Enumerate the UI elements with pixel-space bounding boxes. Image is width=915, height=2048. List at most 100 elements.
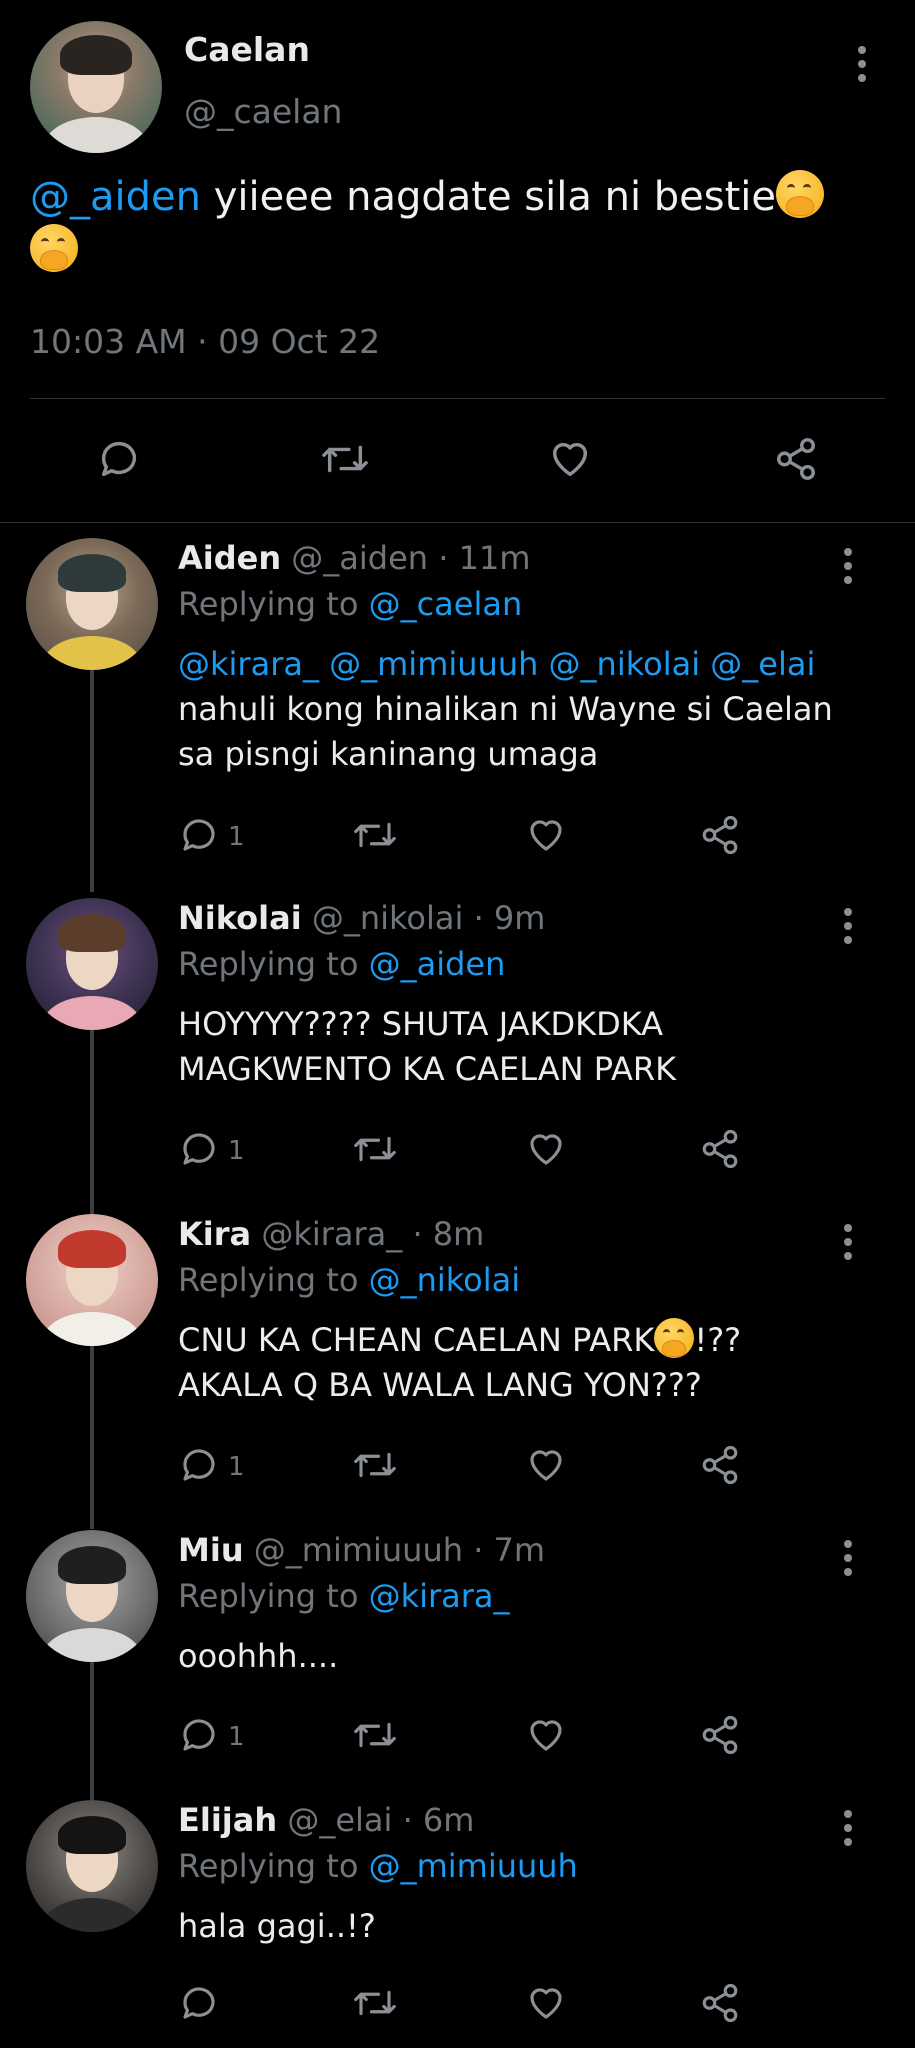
more-icon[interactable] [838,546,858,586]
reply-line: HOYYYY???? SHUTA JAKDKDKA [178,1005,664,1043]
retweet-icon[interactable] [350,1128,400,1170]
author-name[interactable]: Caelan [184,30,310,69]
avatar-kira[interactable] [26,1214,158,1346]
like-icon[interactable] [524,1128,568,1170]
more-icon[interactable] [852,44,872,84]
divider [30,398,885,399]
reply-text: ooohhh.... [178,1634,868,1679]
reply-author-name[interactable]: Kira [178,1215,251,1253]
reply-header: Aiden @_aiden · 11m [178,538,530,578]
main-tweet: Caelan @_caelan @_aiden yiieee nagdate s… [0,0,915,523]
reply-count: 1 [228,1722,245,1752]
reply-author-name[interactable]: Miu [178,1531,244,1569]
hand-over-mouth-emoji-icon [30,224,78,272]
like-icon[interactable] [524,1714,568,1756]
share-icon[interactable] [698,1128,742,1170]
reply-icon[interactable] [178,814,220,856]
reply-line: sa pisngi kaninang umaga [178,735,599,773]
reply-actions: 1 [0,810,915,860]
like-icon[interactable] [546,436,594,482]
reply-tweet: Aiden @_aiden · 11m Replying to @_caelan… [0,538,915,868]
replying-to-link[interactable]: @kirara_ [369,1577,510,1615]
more-icon[interactable] [838,906,858,946]
replying-to-link[interactable]: @_mimiuuuh [369,1847,578,1885]
reply-icon[interactable] [178,1444,220,1486]
reply-handle-time: @kirara_ · 8m [251,1215,485,1253]
replying-to-label: Replying to [178,1577,369,1615]
reply-tweet: Miu @_mimiuuuh · 7m Replying to @kirara_… [0,1530,915,1780]
reply-line: CNU KA CHEAN CAELAN PARK [178,1321,655,1359]
more-icon[interactable] [838,1808,858,1848]
reply-author-name[interactable]: Nikolai [178,899,302,937]
reply-count: 1 [228,1452,245,1482]
retweet-icon[interactable] [350,1982,400,2024]
reply-text: HOYYYY???? SHUTA JAKDKDKA MAGKWENTO KA C… [178,1002,868,1092]
like-icon[interactable] [524,1444,568,1486]
reply-line: AKALA Q BA WALA LANG YON??? [178,1366,702,1404]
tweet-body: yiieee nagdate sila ni bestie [200,174,777,220]
retweet-icon[interactable] [350,1714,400,1756]
more-icon[interactable] [838,1538,858,1578]
avatar-miu[interactable] [26,1530,158,1662]
reply-icon[interactable] [178,1714,220,1756]
replying-to: Replying to @kirara_ [178,1576,510,1616]
replying-to-label: Replying to [178,585,369,623]
avatar-aiden[interactable] [26,538,158,670]
reply-icon[interactable] [178,1128,220,1170]
reply-line: nahuli kong hinalikan ni Wayne si Caelan [178,690,833,728]
reply-actions: 1 [0,1124,915,1174]
mention-link[interactable]: @_aiden [30,174,201,220]
reply-text: CNU KA CHEAN CAELAN PARK!?? AKALA Q BA W… [178,1318,868,1408]
retweet-icon[interactable] [350,1444,400,1486]
reply-line: hala gagi..!? [178,1907,376,1945]
reply-handle-time: @_aiden · 11m [281,539,531,577]
reply-handle-time: @_mimiuuuh · 7m [243,1531,546,1569]
more-icon[interactable] [838,1222,858,1262]
mentions-line[interactable]: @kirara_ @_mimiuuuh @_nikolai @_elai [178,645,815,683]
retweet-icon[interactable] [350,814,400,856]
replying-to-link[interactable]: @_caelan [369,585,523,623]
share-icon[interactable] [698,1982,742,2024]
reply-line-suffix: !?? [694,1321,742,1359]
like-icon[interactable] [524,1982,568,2024]
reply-text: hala gagi..!? [178,1904,868,1949]
reply-icon[interactable] [96,436,142,482]
replying-to: Replying to @_aiden [178,944,505,984]
reply-text: @kirara_ @_mimiuuuh @_nikolai @_elai nah… [178,642,868,777]
hand-over-mouth-emoji-icon [654,1318,695,1358]
avatar-nikolai[interactable] [26,898,158,1030]
divider [0,522,915,523]
reply-author-name[interactable]: Elijah [178,1801,277,1839]
avatar-caelan[interactable] [30,21,162,153]
reply-actions: 1 [0,1710,915,1760]
reply-actions: 1 [0,1440,915,1490]
reply-count: 1 [228,822,245,852]
reply-header: Nikolai @_nikolai · 9m [178,898,545,938]
reply-header: Kira @kirara_ · 8m [178,1214,484,1254]
replying-to-link[interactable]: @_aiden [369,945,506,983]
share-icon[interactable] [698,1714,742,1756]
retweet-icon[interactable] [318,436,372,482]
replying-to-label: Replying to [178,945,369,983]
reply-tweet: Elijah @_elai · 6m Replying to @_mimiuuu… [0,1800,915,2048]
author-handle[interactable]: @_caelan [184,92,342,131]
tweet-text: @_aiden yiieee nagdate sila ni bestie [30,170,870,278]
reply-header: Miu @_mimiuuuh · 7m [178,1530,545,1570]
reply-tweet: Kira @kirara_ · 8m Replying to @_nikolai… [0,1214,915,1504]
replying-to: Replying to @_nikolai [178,1260,520,1300]
share-icon[interactable] [698,814,742,856]
share-icon[interactable] [698,1444,742,1486]
reply-header: Elijah @_elai · 6m [178,1800,474,1840]
replying-to-label: Replying to [178,1847,369,1885]
tweet-actions [0,428,915,488]
reply-handle-time: @_elai · 6m [277,1801,475,1839]
reply-author-name[interactable]: Aiden [178,539,281,577]
reply-icon[interactable] [178,1982,220,2024]
share-icon[interactable] [772,436,820,482]
reply-tweet: Nikolai @_nikolai · 9m Replying to @_aid… [0,898,915,1188]
tweet-timestamp: 10:03 AM · 09 Oct 22 [30,322,381,361]
like-icon[interactable] [524,814,568,856]
avatar-elijah[interactable] [26,1800,158,1932]
replying-to-link[interactable]: @_nikolai [369,1261,521,1299]
reply-line: MAGKWENTO KA CAELAN PARK [178,1050,677,1088]
